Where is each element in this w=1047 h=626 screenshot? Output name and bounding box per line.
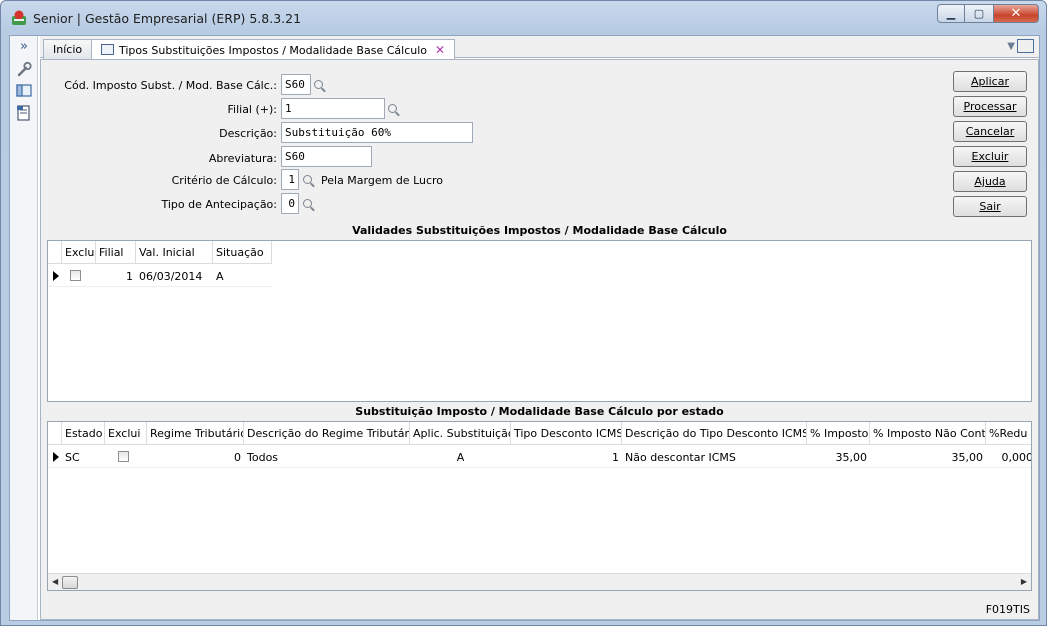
col-imposto-nao-cont[interactable]: % Imposto Não Cont. [870, 422, 986, 445]
cell-imposto: 35,00 [807, 446, 870, 468]
tab-bar: Início Tipos Substituições Impostos / Mo… [40, 36, 1039, 59]
scroll-thumb[interactable] [62, 576, 78, 589]
cell-exclui[interactable] [62, 265, 96, 287]
client-area: » Início Tipos Substituições Impostos / … [9, 35, 1040, 621]
abreviatura-input[interactable]: S60 [281, 146, 372, 167]
scroll-left-icon[interactable]: ◀ [52, 577, 58, 586]
aplicar-button[interactable]: Aplicar [953, 71, 1027, 92]
col-filial[interactable]: Filial [96, 241, 136, 264]
cell-regime-tributario: 0 [147, 446, 244, 468]
descricao-input[interactable]: Substituição 60% [281, 122, 473, 143]
row-indicator-header [48, 422, 62, 445]
abreviatura-label: Abreviatura: [208, 152, 277, 165]
senior-logo-icon [12, 10, 26, 25]
col-tipo-desconto[interactable]: Tipo Desconto ICMS [511, 422, 622, 445]
panel-icon[interactable] [15, 82, 33, 100]
restore-window-icon[interactable] [1017, 39, 1034, 53]
table-row[interactable]: SC 0 Todos A 1 Não descontar ICMS 35,00 … [48, 446, 1031, 468]
cell-descricao-regime: Todos [244, 446, 410, 468]
antecipacao-search-icon[interactable] [299, 194, 316, 213]
tab-list-dropdown-icon[interactable]: ▼ [1007, 41, 1015, 52]
grid-header: Exclui Filial Val. Inicial Situação [48, 241, 272, 264]
exclui-checkbox[interactable] [70, 270, 81, 281]
horizontal-scrollbar[interactable]: ◀ ▶ [48, 573, 1031, 590]
form-panel: Cód. Imposto Subst. / Mod. Base Cálc.: S… [40, 59, 1039, 620]
title-bar[interactable]: Senior | Gestão Empresarial (ERP) 5.8.3.… [1, 1, 1046, 35]
validades-section-title: Validades Substituições Impostos / Modal… [47, 224, 1032, 239]
descricao-label: Descrição: [219, 127, 277, 140]
cell-val-inicial: 06/03/2014 [136, 265, 213, 287]
estado-section-title: Substituição Imposto / Modalidade Base C… [47, 405, 1032, 420]
tab-inicio[interactable]: Início [43, 39, 93, 59]
criterio-search-icon[interactable] [299, 170, 316, 189]
expand-chevron-icon[interactable]: » [15, 39, 33, 57]
criterio-label: Critério de Cálculo: [171, 174, 277, 187]
filial-input[interactable]: 1 [281, 98, 385, 119]
cell-situacao: A [213, 265, 272, 287]
scroll-right-icon[interactable]: ▶ [1021, 577, 1027, 586]
processar-button[interactable]: Processar [953, 96, 1027, 117]
window-title: Senior | Gestão Empresarial (ERP) 5.8.3.… [33, 11, 302, 26]
cell-descricao-tipo-desconto: Não descontar ICMS [622, 446, 807, 468]
cell-exclui[interactable] [105, 446, 147, 468]
cell-tipo-desconto: 1 [511, 446, 622, 468]
col-situacao[interactable]: Situação [213, 241, 272, 264]
ajuda-button[interactable]: Ajuda [953, 171, 1027, 192]
screen-code: F019TIS [985, 603, 1030, 616]
grid-header: Estado Exclui Regime Tributário Descriçã… [48, 422, 1031, 445]
cell-estado: SC [62, 446, 105, 468]
cod-imposto-search-icon[interactable] [310, 75, 327, 94]
cancelar-button[interactable]: Cancelar [953, 121, 1027, 142]
form-window-icon [101, 44, 114, 55]
tab-close-icon[interactable]: ✕ [435, 43, 445, 57]
criterio-input[interactable]: 1 [281, 169, 299, 190]
form-settings-icon[interactable] [15, 104, 33, 122]
sair-button[interactable]: Sair [953, 196, 1027, 217]
tab-label: Tipos Substituições Impostos / Modalidad… [119, 44, 427, 57]
excluir-button[interactable]: Excluir [953, 146, 1027, 167]
estado-grid: Estado Exclui Regime Tributário Descriçã… [47, 421, 1032, 591]
col-aplic-substituicao[interactable]: Aplic. Substituição [410, 422, 511, 445]
current-row-indicator-icon [48, 446, 62, 468]
col-reducao[interactable]: %Redu [986, 422, 1031, 445]
col-regime-tributario[interactable]: Regime Tributário [147, 422, 244, 445]
wrench-icon[interactable] [15, 60, 33, 78]
tab-label: Início [53, 43, 83, 56]
col-val-inicial[interactable]: Val. Inicial [136, 241, 213, 264]
exclui-checkbox[interactable] [118, 451, 129, 462]
col-estado[interactable]: Estado [62, 422, 105, 445]
col-descricao-regime[interactable]: Descrição do Regime Tributário [244, 422, 410, 445]
close-button[interactable]: ✕ [993, 4, 1039, 23]
cell-filial: 1 [96, 265, 136, 287]
col-exclui[interactable]: Exclui [105, 422, 147, 445]
maximize-button[interactable]: ▢ [965, 4, 993, 23]
table-row[interactable]: 1 06/03/2014 A [48, 265, 272, 287]
col-imposto[interactable]: % Imposto [807, 422, 870, 445]
tab-tipos-substituicoes[interactable]: Tipos Substituições Impostos / Modalidad… [91, 39, 456, 59]
validades-grid: Exclui Filial Val. Inicial Situação 1 06… [47, 240, 1032, 402]
cod-imposto-input[interactable]: S60 [281, 74, 311, 95]
col-exclui[interactable]: Exclui [62, 241, 96, 264]
current-row-indicator-icon [48, 265, 62, 287]
antecipacao-input[interactable]: 0 [281, 193, 299, 214]
row-indicator-header [48, 241, 62, 264]
filial-label: Filial (+): [227, 103, 278, 116]
antecipacao-label: Tipo de Antecipação: [161, 198, 277, 211]
cod-imposto-label: Cód. Imposto Subst. / Mod. Base Cálc.: [64, 79, 277, 92]
left-toolbar: » [10, 36, 38, 620]
cell-reducao: 0,000 [986, 446, 1031, 468]
cell-imposto-nao-cont: 35,00 [870, 446, 986, 468]
minimize-button[interactable]: ▁ [937, 4, 965, 23]
col-descricao-tipo-desconto[interactable]: Descrição do Tipo Desconto ICMS [622, 422, 807, 445]
criterio-description: Pela Margem de Lucro [321, 174, 444, 187]
filial-search-icon[interactable] [384, 99, 401, 118]
app-window: Senior | Gestão Empresarial (ERP) 5.8.3.… [0, 0, 1047, 626]
window-controls: ▁ ▢ ✕ [937, 4, 1039, 23]
cell-aplic-substituicao: A [410, 446, 511, 468]
